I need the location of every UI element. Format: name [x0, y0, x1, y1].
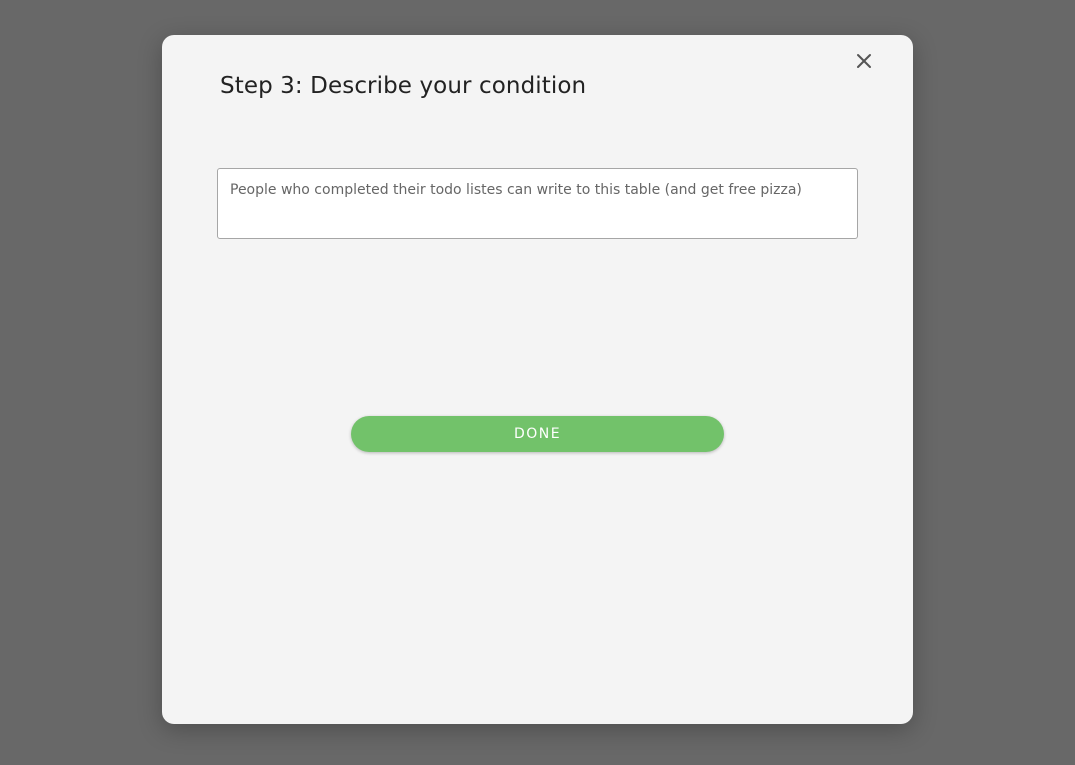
done-button[interactable]: DONE: [351, 416, 724, 452]
close-button[interactable]: [852, 49, 876, 73]
condition-description-input[interactable]: [217, 168, 858, 239]
close-icon: [857, 54, 871, 68]
describe-condition-dialog: Step 3: Describe your condition DONE: [162, 35, 913, 724]
dialog-title: Step 3: Describe your condition: [220, 73, 587, 99]
